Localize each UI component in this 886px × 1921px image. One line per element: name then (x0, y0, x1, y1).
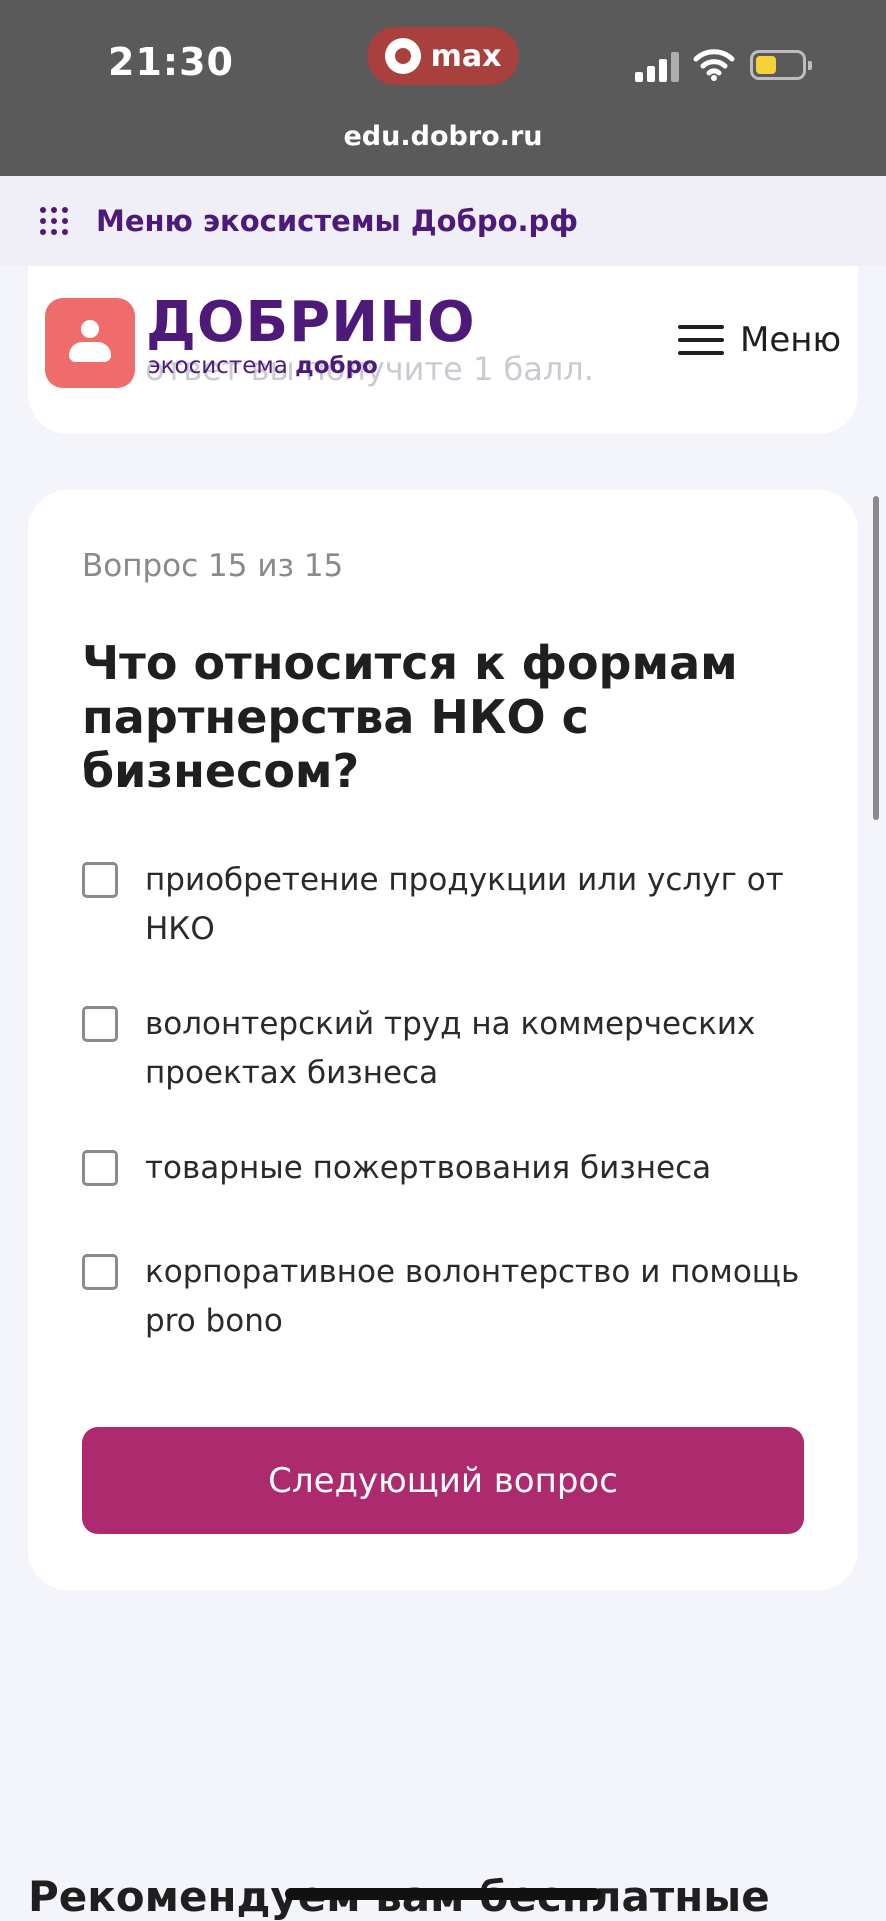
answer-option[interactable]: волонтерский труд на коммерческих проект… (82, 1000, 812, 1098)
cellular-signal-icon (635, 52, 681, 82)
question-title: Что относится к формам партнерства НКО с… (82, 636, 738, 798)
grid-dots-icon (40, 207, 68, 235)
home-indicator[interactable] (285, 1888, 601, 1900)
answer-option[interactable]: корпоративное волонтерство и помощь pro … (82, 1248, 812, 1346)
ecosystem-menu-bar[interactable]: Меню экосистемы Добро.рф (0, 176, 886, 266)
dobrino-logo-icon[interactable] (45, 298, 135, 388)
hamburger-icon (678, 325, 724, 355)
answer-option[interactable]: приобретение продукции или услуг от НКО (82, 856, 812, 954)
menu-button[interactable]: Меню (678, 320, 841, 360)
next-question-button[interactable]: Следующий вопрос (82, 1427, 804, 1534)
option-label: приобретение продукции или услуг от НКО (145, 862, 784, 947)
answer-option[interactable]: товарные пожертвования бизнеса (82, 1144, 812, 1193)
checkbox[interactable] (82, 862, 118, 898)
battery-level (756, 56, 776, 74)
logo-title[interactable]: ДОБРИНО (146, 290, 476, 355)
option-label: корпоративное волонтерство и помощь pro … (145, 1254, 800, 1339)
checkbox[interactable] (82, 1254, 118, 1290)
battery-icon (750, 50, 812, 80)
checkbox[interactable] (82, 1150, 118, 1186)
option-label: товарные пожертвования бизнеса (145, 1150, 712, 1186)
wifi-icon (693, 49, 735, 81)
max-logo-icon (384, 38, 421, 74)
ecosystem-menu-label: Меню экосистемы Добро.рф (96, 204, 579, 238)
max-pill-label: max (430, 38, 502, 74)
address-bar-url[interactable]: edu.dobro.ru (0, 121, 886, 152)
logo-subtitle: экосистема добро (148, 353, 378, 379)
status-time: 21:30 (108, 40, 234, 84)
max-app-pill[interactable]: max (367, 27, 519, 85)
question-counter: Вопрос 15 из 15 (82, 548, 344, 584)
scrollbar[interactable] (873, 496, 879, 820)
status-bar: 21:30 max edu.dobro.ru (0, 0, 886, 176)
checkbox[interactable] (82, 1006, 118, 1042)
option-label: волонтерский труд на коммерческих проект… (145, 1006, 756, 1091)
menu-label: Меню (740, 320, 842, 360)
